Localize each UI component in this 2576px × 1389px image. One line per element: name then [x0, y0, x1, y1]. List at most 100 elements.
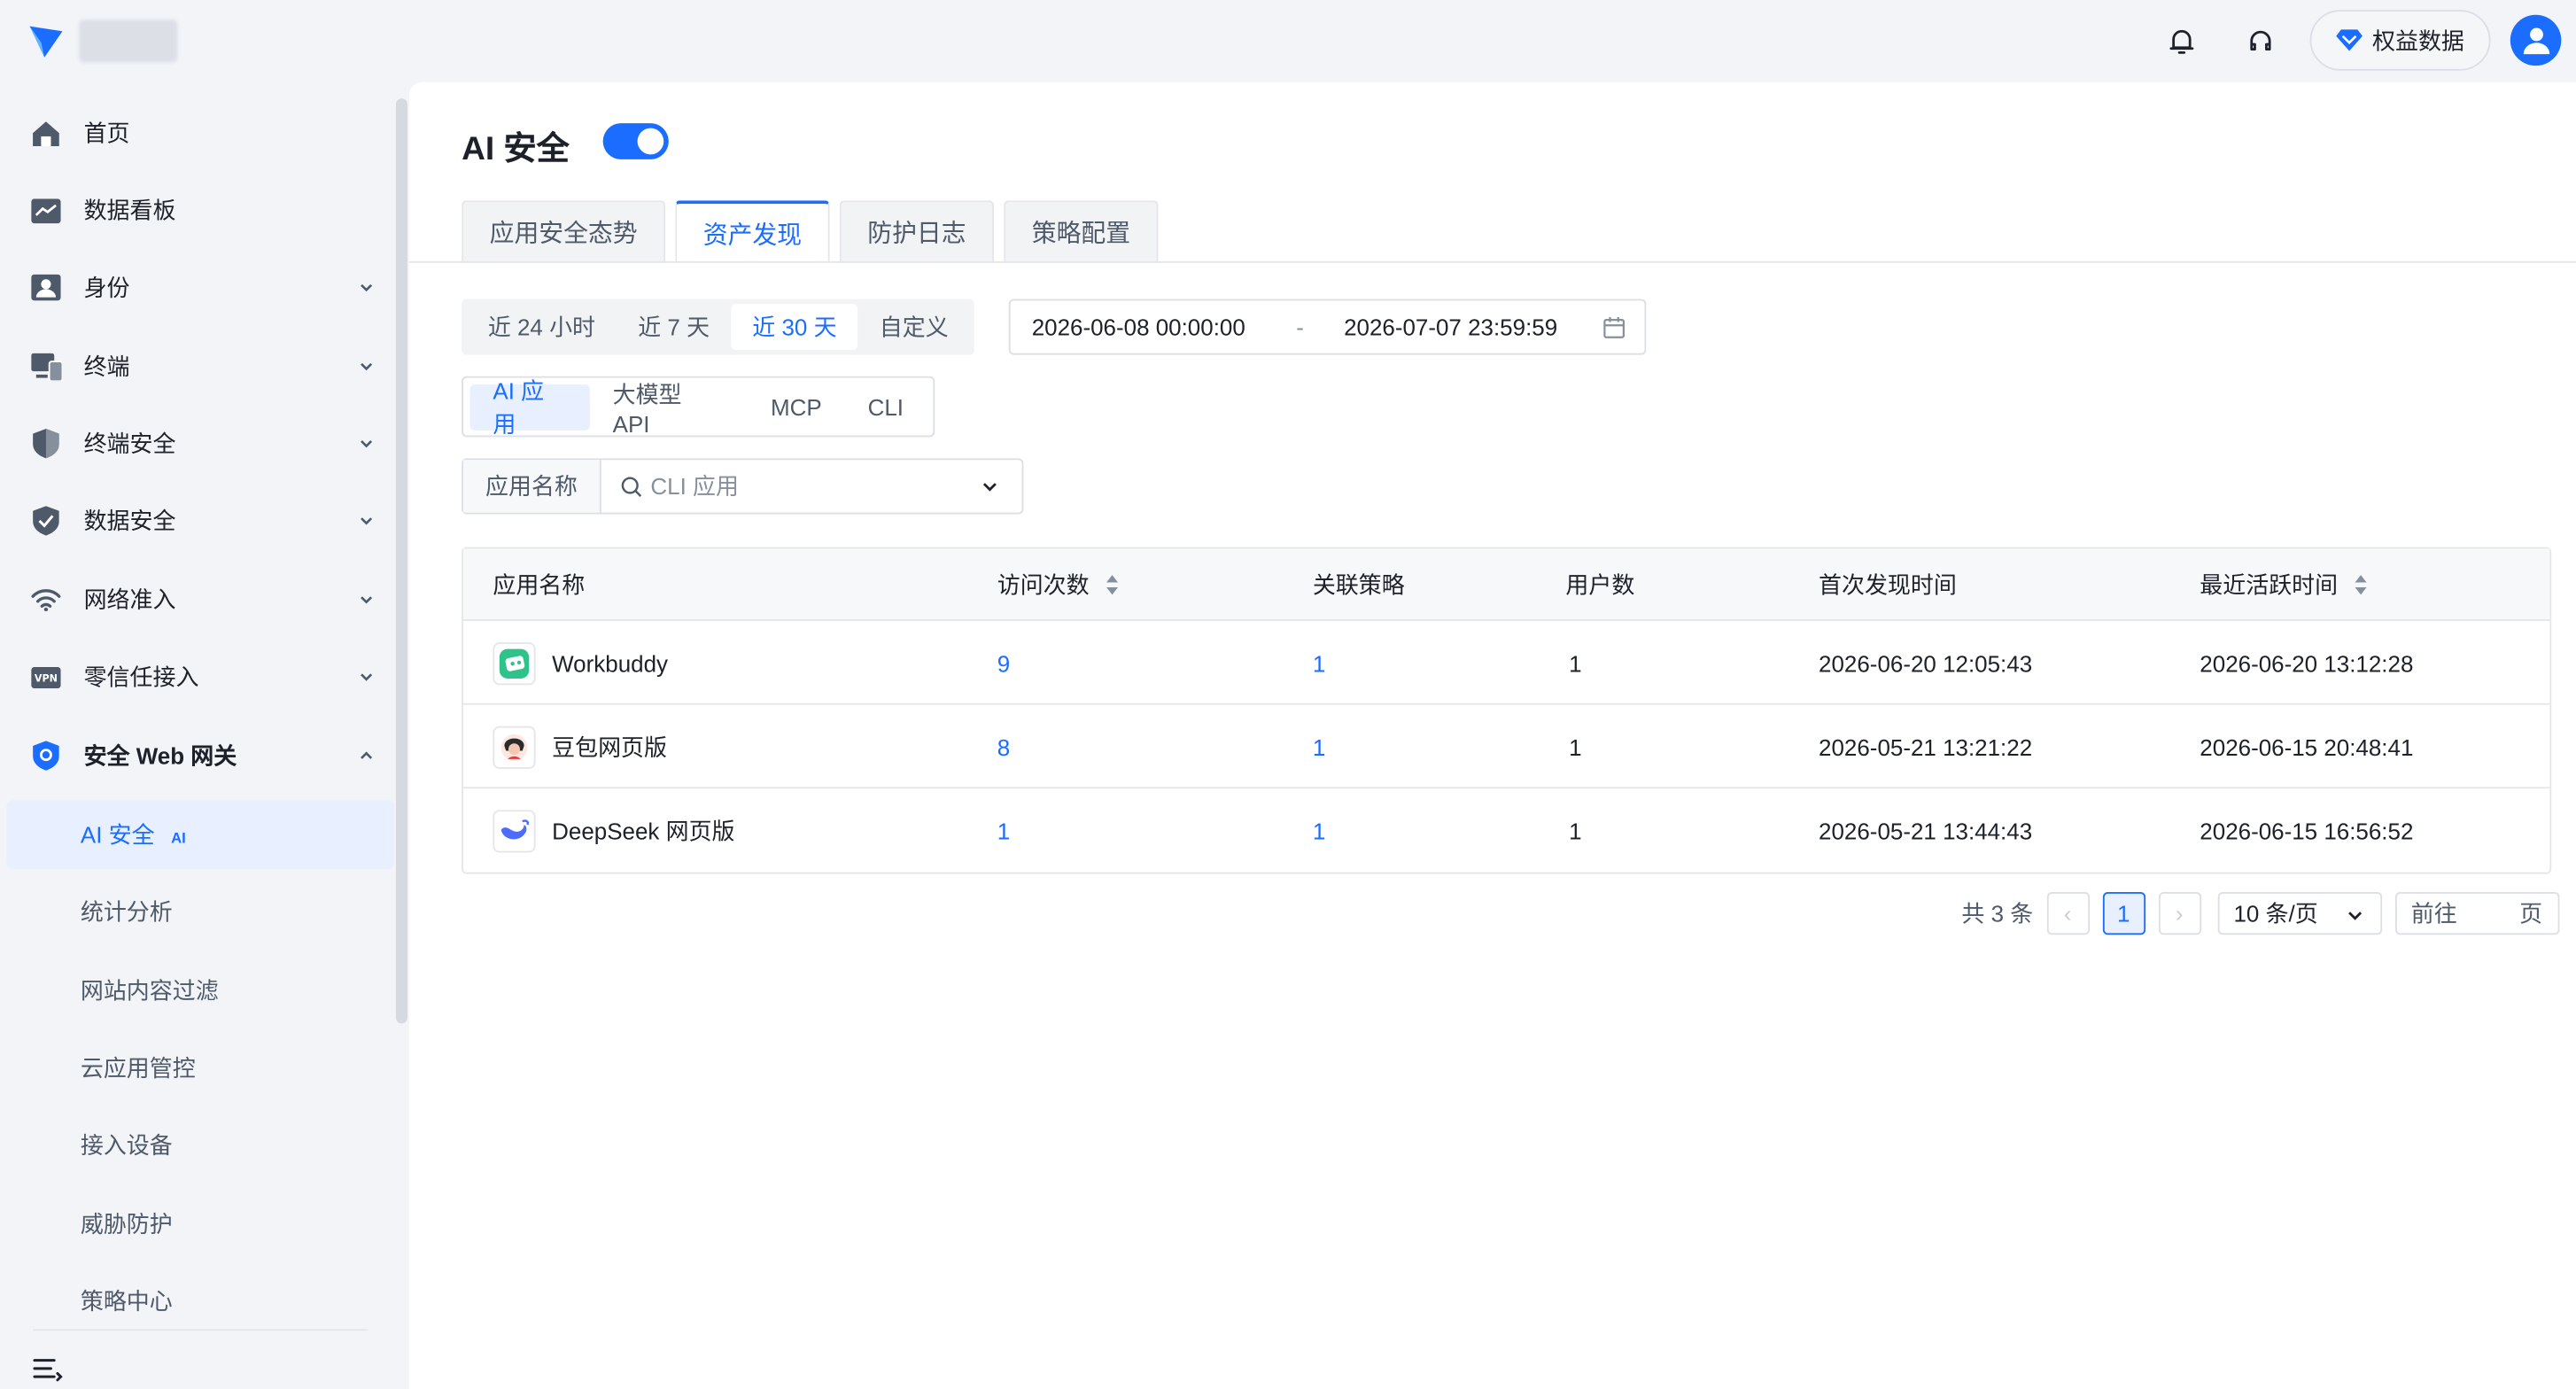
date-range-picker[interactable]: 2026-06-08 00:00:00 - 2026-07-07 23:59:5… [1008, 299, 1647, 355]
range-7d-button[interactable]: 近 7 天 [617, 304, 731, 350]
range-custom-button[interactable]: 自定义 [858, 304, 970, 350]
select-placeholder: CLI 应用 [650, 473, 739, 500]
pagination: 共 3 条 ‹ 1 › 10 条/页 前往 页 [1961, 892, 2559, 935]
prev-page-button[interactable]: ‹ [2046, 892, 2090, 935]
app-root: 权益数据 首页 数据看板 身份 终端 终端安全 数据安全 网络准入 VPN 零信… [0, 0, 2576, 1389]
avatar[interactable] [2510, 14, 2562, 66]
sidebar-item-data-security[interactable]: 数据安全 [6, 486, 394, 555]
sidebar-subitem-policy-center[interactable]: 策略中心 [6, 1267, 394, 1336]
table-header: 应用名称 访问次数 关联策略 用户数 首次发现时间 最近活跃时间 [462, 548, 2550, 622]
cell-users: 1 [1569, 649, 1582, 677]
cell-last-active: 2026-06-20 13:12:28 [2200, 649, 2414, 677]
identity-icon [29, 271, 62, 304]
collapse-menu-icon[interactable] [33, 1357, 63, 1384]
sidebar-item-label: 零信任接入 [83, 663, 199, 690]
tab-bar: 应用安全态势 资产发现 防护日志 策略配置 [462, 200, 1168, 263]
tab-protection-logs[interactable]: 防护日志 [839, 200, 995, 263]
search-icon [621, 477, 642, 497]
ai-security-toggle[interactable] [602, 123, 669, 159]
page-1-button[interactable]: 1 [2102, 892, 2145, 935]
sidebar-item-label: 威胁防护 [80, 1210, 173, 1238]
page-title: AI 安全 [462, 131, 570, 168]
cell-visits[interactable]: 1 [997, 788, 1010, 873]
sidebar-item-label: 终端 [83, 353, 130, 380]
calendar-icon [1603, 316, 1626, 338]
shield-icon [29, 427, 62, 460]
page-size-select[interactable]: 10 条/页 [2216, 892, 2382, 935]
sidebar-item-network-access[interactable]: 网络准入 [6, 565, 394, 634]
tab-asset-discovery[interactable]: 资产发现 [675, 200, 830, 263]
col-app-name: 应用名称 [493, 571, 586, 599]
cell-policies[interactable]: 1 [1313, 705, 1325, 789]
filter-label: 应用名称 [462, 460, 601, 513]
sort-icon[interactable] [2355, 573, 2368, 596]
tab-app-security-posture[interactable]: 应用安全态势 [462, 200, 666, 263]
rights-data-button[interactable]: 权益数据 [2309, 10, 2491, 71]
sidebar-item-label: 数据看板 [83, 197, 176, 224]
sidebar-item-identity[interactable]: 身份 [6, 253, 394, 322]
gateway-shield-icon [29, 740, 62, 772]
cell-visits[interactable]: 9 [997, 621, 1010, 705]
sort-icon[interactable] [1106, 573, 1119, 596]
app-name: Workbuddy [552, 649, 669, 677]
type-cli-button[interactable]: CLI [845, 384, 927, 430]
range-30d-button[interactable]: 近 30 天 [731, 304, 858, 351]
table-row: Workbuddy 9 1 1 2026-06-20 12:05:43 2026… [462, 621, 2550, 705]
cell-visits[interactable]: 8 [997, 705, 1010, 789]
date-start: 2026-06-08 00:00:00 [1031, 314, 1245, 340]
sidebar-item-dashboard[interactable]: 数据看板 [6, 175, 394, 244]
type-llm-api-button[interactable]: 大模型 API [590, 380, 748, 436]
sidebar-item-label: 身份 [83, 274, 130, 301]
sidebar-subitem-threat-protection[interactable]: 威胁防护 [6, 1190, 394, 1259]
chevron-down-icon [361, 596, 373, 604]
sidebar-item-terminal[interactable]: 终端 [6, 332, 394, 401]
sidebar-subitem-ai-security[interactable]: AI 安全 AI [6, 800, 395, 870]
tab-policy-config[interactable]: 策略配置 [1004, 200, 1159, 263]
logo-icon[interactable] [27, 21, 66, 61]
type-ai-app-button[interactable]: AI 应用 [469, 377, 590, 436]
app-name-select[interactable]: CLI 应用 [601, 460, 1022, 512]
chevron-down-icon [982, 483, 997, 492]
brand-name-blurred [79, 19, 178, 63]
sidebar-item-home[interactable]: 首页 [6, 98, 394, 167]
deepseek-icon [493, 809, 536, 852]
app-name-filter: 应用名称 CLI 应用 [462, 458, 1024, 515]
chevron-down-icon [361, 283, 373, 292]
type-mcp-button[interactable]: MCP [748, 384, 845, 430]
range-24h-button[interactable]: 近 24 小时 [467, 304, 617, 350]
chevron-down-icon [361, 517, 373, 525]
app-name: 豆包网页版 [552, 733, 667, 760]
next-page-button[interactable]: › [2158, 892, 2201, 935]
rights-data-label: 权益数据 [2372, 27, 2464, 54]
cell-first-seen: 2026-06-20 12:05:43 [1819, 649, 2033, 677]
doubao-icon [493, 725, 536, 769]
sidebar-subitem-statistics[interactable]: 统计分析 [6, 877, 394, 946]
sidebar-item-label: 安全 Web 网关 [83, 742, 237, 769]
sidebar-subitem-devices[interactable]: 接入设备 [6, 1111, 394, 1180]
bell-icon[interactable] [2164, 23, 2200, 59]
ai-badge: AI [171, 829, 186, 847]
sidebar-item-terminal-security[interactable]: 终端安全 [6, 409, 394, 478]
sidebar-item-secure-web-gateway[interactable]: 安全 Web 网关 [6, 721, 394, 790]
cell-policies[interactable]: 1 [1313, 788, 1325, 873]
sidebar-subitem-cloud-app-control[interactable]: 云应用管控 [6, 1034, 394, 1103]
chevron-down-icon [361, 673, 373, 681]
cell-app-name: Workbuddy [493, 621, 668, 705]
total-count: 共 3 条 [1961, 900, 2034, 927]
sidebar-item-zero-trust[interactable]: VPN 零信任接入 [6, 642, 394, 711]
sidebar-item-label: 统计分析 [80, 898, 173, 926]
sidebar-scrollbar[interactable] [395, 98, 407, 1024]
goto-suffix: 页 [2519, 900, 2543, 927]
goto-page-input[interactable]: 前往 页 [2394, 892, 2559, 935]
sidebar-item-label: 数据安全 [83, 508, 176, 534]
cell-users: 1 [1569, 817, 1582, 844]
sidebar: 首页 数据看板 身份 终端 终端安全 数据安全 网络准入 VPN 零信任接入 安… [0, 82, 407, 1388]
ai-security-text: AI 安全 [80, 821, 155, 848]
col-first-seen: 首次发现时间 [1819, 571, 1957, 599]
headset-icon[interactable] [2243, 23, 2279, 59]
cell-policies[interactable]: 1 [1313, 621, 1325, 705]
col-visits: 访问次数 [997, 548, 1119, 621]
sidebar-subitem-content-filter[interactable]: 网站内容过滤 [6, 956, 394, 1025]
sidebar-item-label: 首页 [83, 120, 130, 147]
sidebar-item-label: 接入设备 [80, 1131, 173, 1159]
